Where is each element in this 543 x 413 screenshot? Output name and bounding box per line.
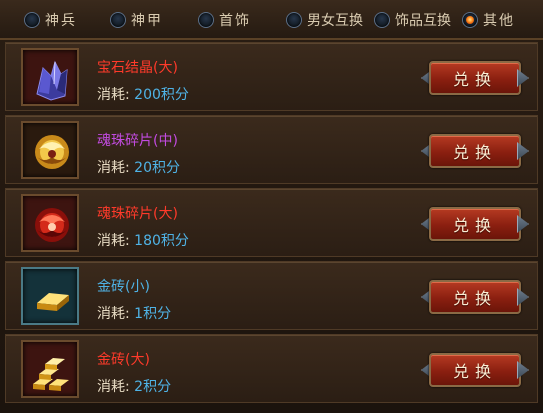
- crystal-icon: [36, 60, 68, 101]
- tab-label: 其他: [483, 13, 515, 29]
- item-name: 金砖(大): [97, 352, 150, 368]
- item-name: 魂珠碎片(大): [97, 206, 178, 222]
- cost-prefix: 消耗:: [97, 233, 130, 249]
- gold-bar-icon: [37, 293, 69, 311]
- item-name: 金砖(小): [97, 279, 150, 295]
- redeem-button[interactable]: 兑换: [421, 61, 529, 95]
- tab-shoushi[interactable]: 首饰: [198, 9, 251, 31]
- redeem-button-label: 兑换: [429, 207, 521, 241]
- redeem-button-label: 兑换: [429, 280, 521, 314]
- tab-accessory-swap[interactable]: 饰品互换: [374, 9, 451, 31]
- radio-icon[interactable]: [374, 12, 390, 28]
- item-cost: 消耗: 1积分: [97, 303, 171, 323]
- button-right-cap: [517, 69, 529, 87]
- soul-orb-red-icon: [35, 208, 69, 242]
- cost-prefix: 消耗:: [97, 87, 130, 103]
- tab-label: 神甲: [131, 13, 163, 29]
- item-slot[interactable]: [21, 194, 79, 252]
- cost-value: 200积分: [134, 87, 189, 103]
- item-cost: 消耗: 200积分: [97, 84, 189, 104]
- radio-icon[interactable]: [24, 12, 40, 28]
- tab-gender-swap[interactable]: 男女互换: [286, 9, 363, 31]
- exchange-panel: 神兵 神甲 首饰 男女互换 饰品互换 其他 宝石结晶(大) 消耗: 200积分 …: [0, 0, 543, 413]
- redeem-button[interactable]: 兑换: [421, 134, 529, 168]
- tab-label: 男女互换: [307, 13, 363, 29]
- item-slot[interactable]: [21, 121, 79, 179]
- cost-prefix: 消耗:: [97, 379, 130, 395]
- item-name: 魂珠碎片(中): [97, 133, 178, 149]
- tab-label: 神兵: [45, 13, 77, 29]
- redeem-button-label: 兑换: [429, 61, 521, 95]
- cost-prefix: 消耗:: [97, 160, 130, 176]
- radio-checked-icon[interactable]: [462, 12, 478, 28]
- cost-prefix: 消耗:: [97, 306, 130, 322]
- redeem-button[interactable]: 兑换: [421, 280, 529, 314]
- button-right-cap: [517, 142, 529, 160]
- item-list: 宝石结晶(大) 消耗: 200积分 兑换 魂珠碎片(中) 消耗: 20积分 兑换…: [5, 40, 538, 410]
- item-cost: 消耗: 180积分: [97, 230, 189, 250]
- list-item: 金砖(小) 消耗: 1积分 兑换: [5, 261, 538, 330]
- category-tab-bar: 神兵 神甲 首饰 男女互换 饰品互换 其他: [0, 0, 543, 40]
- cost-value: 20积分: [134, 160, 180, 176]
- button-right-cap: [517, 288, 529, 306]
- cost-value: 2积分: [134, 379, 172, 395]
- item-cost: 消耗: 2积分: [97, 376, 171, 396]
- list-item: 宝石结晶(大) 消耗: 200积分 兑换: [5, 42, 538, 111]
- redeem-button[interactable]: 兑换: [421, 353, 529, 387]
- cost-value: 180积分: [134, 233, 189, 249]
- tab-other[interactable]: 其他: [462, 9, 515, 31]
- list-item: 魂珠碎片(中) 消耗: 20积分 兑换: [5, 115, 538, 184]
- list-item: 金砖(大) 消耗: 2积分 兑换: [5, 334, 538, 403]
- tab-label: 首饰: [219, 13, 251, 29]
- gold-bars-stack-icon: [33, 358, 69, 391]
- cost-value: 1积分: [134, 306, 172, 322]
- radio-icon[interactable]: [286, 12, 302, 28]
- redeem-button-label: 兑换: [429, 134, 521, 168]
- item-slot[interactable]: [21, 48, 79, 106]
- button-right-cap: [517, 361, 529, 379]
- item-slot[interactable]: [21, 267, 79, 325]
- radio-icon[interactable]: [198, 12, 214, 28]
- redeem-button[interactable]: 兑换: [421, 207, 529, 241]
- tab-shenbing[interactable]: 神兵: [24, 9, 77, 31]
- tab-label: 饰品互换: [395, 13, 451, 29]
- soul-orb-gold-icon: [35, 135, 69, 169]
- button-right-cap: [517, 215, 529, 233]
- tab-shenjia[interactable]: 神甲: [110, 9, 163, 31]
- radio-icon[interactable]: [110, 12, 126, 28]
- item-name: 宝石结晶(大): [97, 60, 178, 76]
- item-cost: 消耗: 20积分: [97, 157, 180, 177]
- redeem-button-label: 兑换: [429, 353, 521, 387]
- item-slot[interactable]: [21, 340, 79, 398]
- list-item: 魂珠碎片(大) 消耗: 180积分 兑换: [5, 188, 538, 257]
